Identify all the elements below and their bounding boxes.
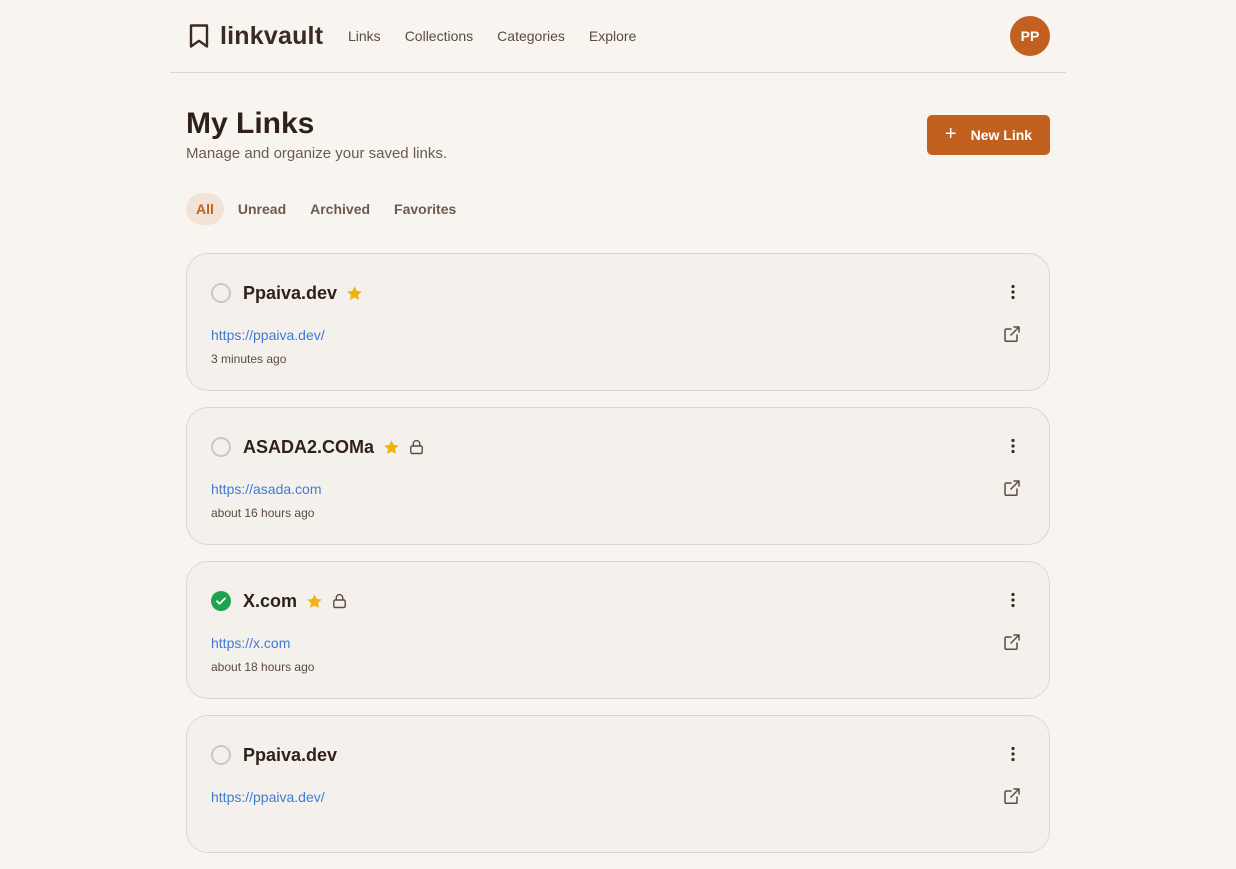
- nav-link-collections[interactable]: Collections: [405, 28, 473, 44]
- external-link-icon[interactable]: [1003, 787, 1023, 807]
- link-timestamp: about 16 hours ago: [211, 506, 315, 520]
- link-timestamp: about 18 hours ago: [211, 660, 315, 674]
- link-url[interactable]: https://ppaiva.dev/: [211, 788, 325, 806]
- tab-favorites[interactable]: Favorites: [384, 193, 466, 225]
- nav-link-categories[interactable]: Categories: [497, 28, 565, 44]
- nav-link-links[interactable]: Links: [348, 28, 381, 44]
- link-title: ASADA2.COMa: [243, 437, 375, 457]
- link-card: ASADA2.COMa https://asada.com about 16 h…: [186, 407, 1050, 545]
- tab-all[interactable]: All: [186, 193, 224, 225]
- lock-icon: [332, 593, 347, 609]
- link-title-row: ASADA2.COMa: [243, 435, 424, 459]
- link-card: Ppaiva.dev https://ppaiva.dev/: [186, 715, 1050, 853]
- link-url[interactable]: https://asada.com: [211, 480, 322, 498]
- external-link-icon[interactable]: [1003, 479, 1023, 499]
- tab-unread[interactable]: Unread: [228, 193, 296, 225]
- link-title: X.com: [243, 591, 298, 611]
- link-title-row: Ppaiva.dev: [243, 281, 363, 305]
- link-title-row: X.com: [243, 589, 347, 613]
- page-title: My Links: [186, 107, 315, 140]
- read-checkmark-icon[interactable]: [211, 591, 231, 611]
- mark-read-checkbox[interactable]: [211, 745, 231, 765]
- link-card: Ppaiva.dev https://ppaiva.dev/ 3 minutes…: [186, 253, 1050, 391]
- external-link-icon[interactable]: [1003, 325, 1023, 345]
- star-icon[interactable]: [346, 285, 363, 302]
- star-icon[interactable]: [383, 439, 400, 456]
- more-options-icon[interactable]: [1001, 588, 1025, 612]
- brand-logo-link[interactable]: linkvault: [188, 22, 323, 50]
- link-url[interactable]: https://ppaiva.dev/: [211, 326, 325, 344]
- mark-read-checkbox[interactable]: [211, 437, 231, 457]
- new-link-label: New Link: [970, 127, 1033, 143]
- external-link-icon[interactable]: [1003, 633, 1023, 653]
- main-nav: Links Collections Categories Explore: [348, 28, 636, 44]
- user-avatar[interactable]: PP: [1010, 16, 1050, 56]
- new-link-button[interactable]: + New Link: [927, 115, 1050, 155]
- nav-link-explore[interactable]: Explore: [589, 28, 636, 44]
- page-subtitle: Manage and organize your saved links.: [186, 145, 447, 162]
- link-timestamp: 3 minutes ago: [211, 352, 287, 366]
- link-url[interactable]: https://x.com: [211, 634, 290, 652]
- page-header: My Links Manage and organize your saved …: [186, 106, 1050, 164]
- link-title: Ppaiva.dev: [243, 283, 338, 303]
- top-navbar: linkvault Links Collections Categories E…: [170, 0, 1066, 73]
- mark-read-checkbox[interactable]: [211, 283, 231, 303]
- star-icon[interactable]: [306, 593, 323, 610]
- link-title: Ppaiva.dev: [243, 745, 338, 765]
- bookmark-icon: [188, 23, 210, 49]
- more-options-icon[interactable]: [1001, 742, 1025, 766]
- lock-icon: [409, 439, 424, 455]
- link-title-row: Ppaiva.dev: [243, 743, 337, 767]
- link-list: Ppaiva.dev https://ppaiva.dev/ 3 minutes…: [186, 253, 1050, 869]
- more-options-icon[interactable]: [1001, 434, 1025, 458]
- brand-name: linkvault: [220, 22, 324, 50]
- link-card: X.com https://x.com about 18 hours ago: [186, 561, 1050, 699]
- more-options-icon[interactable]: [1001, 280, 1025, 304]
- plus-icon: +: [944, 123, 957, 145]
- filter-tabs: All Unread Archived Favorites: [186, 193, 466, 225]
- tab-archived[interactable]: Archived: [300, 193, 380, 225]
